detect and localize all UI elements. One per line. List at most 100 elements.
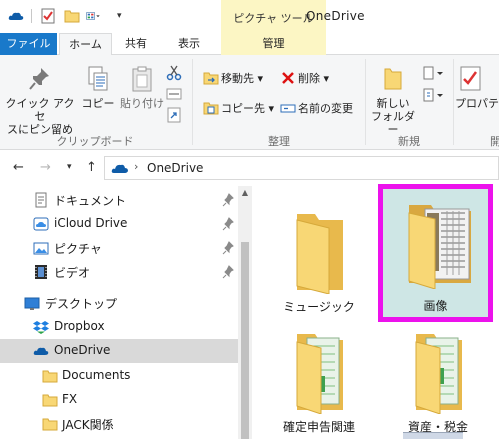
document-folder-icon	[415, 334, 462, 414]
nav-item-jack[interactable]: JACK関係	[0, 412, 238, 436]
new-folder-icon	[384, 68, 402, 90]
nav-item-label: Documents	[62, 368, 131, 382]
tab-share[interactable]: 共有	[114, 33, 158, 55]
paste-label: 貼り付け	[120, 97, 164, 110]
nav-item-documents-folder[interactable]: Documents	[0, 364, 238, 388]
folder-label: 画像	[423, 299, 448, 313]
ribbon-divider	[453, 59, 454, 145]
rename-label: 名前の変更	[298, 102, 353, 115]
ribbon: クイック アクセ スにピン留め コピー 貼り付け クリップボード 移動先 ▾ コ…	[0, 55, 499, 150]
copy-path-icon[interactable]	[166, 87, 182, 101]
pin-to-quick-access-button[interactable]: クイック アクセ スにピン留め	[5, 65, 75, 136]
nav-item-videos[interactable]: ビデオ	[0, 260, 238, 284]
folder-label: 確定申告関連	[282, 420, 355, 434]
icloud-drive-icon	[33, 217, 49, 231]
nav-item-fx[interactable]: FX	[0, 388, 238, 412]
clipboard-group-label: クリップボード	[56, 135, 134, 148]
partial-folder-tile[interactable]	[403, 432, 463, 439]
forward-icon[interactable]: →	[40, 160, 51, 175]
new-folder-icon[interactable]	[64, 8, 80, 24]
dropbox-icon	[33, 321, 49, 334]
scroll-up-icon[interactable]: ▲	[238, 188, 252, 197]
toolbar-divider	[31, 9, 32, 23]
nav-item-icloud-drive[interactable]: iCloud Drive	[0, 212, 238, 236]
scroll-thumb[interactable]	[241, 242, 249, 439]
file-list: ミュージック 画像 確定申告関連 資産・税金	[252, 184, 499, 439]
delete-icon	[282, 72, 294, 84]
address-bar[interactable]: › OneDrive	[104, 156, 499, 180]
properties-icon[interactable]	[40, 8, 56, 24]
recent-locations-icon[interactable]: ▾	[67, 162, 72, 172]
properties-icon	[460, 66, 481, 91]
folder-tile-music[interactable]: ミュージック	[264, 194, 374, 322]
pin-icon[interactable]	[222, 193, 234, 207]
address-row: ← → ▾ ↑ › OneDrive	[0, 150, 499, 186]
cut-icon[interactable]	[166, 65, 182, 81]
pin-icon[interactable]	[222, 265, 234, 279]
move-to-button[interactable]: 移動先 ▾	[203, 69, 263, 89]
nav-item-label: OneDrive	[54, 343, 111, 357]
rename-button[interactable]: 名前の変更	[280, 99, 353, 119]
copy-to-icon	[203, 102, 219, 115]
tab-view[interactable]: 表示	[164, 33, 214, 55]
paste-shortcut-icon[interactable]	[166, 107, 182, 123]
customize-toolbar-icon[interactable]: ▾	[117, 11, 122, 21]
nav-item-label: ドキュメント	[54, 194, 127, 208]
nav-item-documents[interactable]: ドキュメント	[0, 188, 238, 212]
nav-item-desktop[interactable]: デスクトップ	[0, 291, 238, 315]
tab-file[interactable]: ファイル	[0, 33, 57, 55]
folder-icon	[296, 214, 343, 294]
up-icon[interactable]: ↑	[86, 160, 97, 175]
nav-item-label: iCloud Drive	[54, 216, 128, 230]
breadcrumb-separator[interactable]: ›	[134, 160, 138, 173]
onedrive-icon	[111, 164, 128, 173]
nav-scrollbar[interactable]: ▲	[238, 186, 252, 439]
view-options-icon[interactable]	[86, 8, 102, 24]
move-to-icon	[203, 72, 219, 85]
nav-item-label: JACK関係	[62, 418, 114, 432]
nav-item-dropbox[interactable]: Dropbox	[0, 315, 238, 339]
breadcrumb-onedrive[interactable]: OneDrive	[147, 161, 203, 175]
folder-icon	[42, 394, 58, 407]
back-icon[interactable]: ←	[13, 160, 24, 175]
onedrive-icon	[8, 12, 24, 20]
documents-icon	[35, 192, 47, 208]
folder-tile-images[interactable]: 画像	[378, 184, 493, 322]
nav-item-onedrive[interactable]: OneDrive	[0, 339, 238, 363]
delete-button[interactable]: 削除 ▾	[280, 69, 329, 89]
nav-item-label: デスクトップ	[45, 297, 118, 311]
new-item-icon[interactable]	[422, 65, 444, 81]
image-folder-icon	[408, 205, 471, 289]
pin-icon[interactable]	[222, 241, 234, 255]
copy-to-button[interactable]: コピー先 ▾	[203, 99, 274, 119]
easy-access-icon[interactable]	[422, 87, 444, 103]
copy-to-label: コピー先	[221, 102, 265, 115]
pin-label-line1: クイック アクセ	[5, 97, 75, 123]
folder-icon	[42, 418, 58, 431]
folder-label: ミュージック	[283, 300, 355, 314]
properties-button[interactable]: プロパティ	[455, 65, 499, 110]
folder-tile-tax-filing[interactable]: 確定申告関連	[264, 314, 374, 439]
folder-icon	[42, 370, 58, 383]
copy-icon	[88, 66, 108, 91]
nav-item-pictures[interactable]: ピクチャ	[0, 236, 238, 260]
paste-button[interactable]: 貼り付け	[118, 65, 166, 110]
pin-icon	[29, 68, 49, 90]
tab-manage[interactable]: 管理	[221, 33, 326, 55]
new-folder-label-line1: 新しい	[376, 97, 410, 110]
navigation-pane: ドキュメント iCloud Drive ピクチャ ビデオ デスクトップ Drop…	[0, 186, 252, 439]
title-bar: ▾ ピクチャ ツール OneDrive	[0, 0, 499, 33]
new-folder-button[interactable]: 新しい フォルダー	[368, 65, 418, 136]
onedrive-icon	[33, 347, 49, 355]
copy-button[interactable]: コピー	[80, 65, 116, 110]
rename-icon	[280, 104, 296, 113]
nav-item-label: ピクチャ	[54, 242, 102, 256]
nav-item-label: FX	[62, 392, 78, 406]
properties-label: プロパティ	[455, 97, 499, 110]
delete-label: 削除	[298, 72, 320, 85]
tab-home[interactable]: ホーム	[59, 33, 112, 56]
paste-icon	[132, 66, 152, 92]
pin-icon[interactable]	[222, 217, 234, 231]
folder-tile-assets-tax[interactable]: 資産・税金	[383, 314, 493, 439]
pictures-icon	[33, 242, 49, 255]
